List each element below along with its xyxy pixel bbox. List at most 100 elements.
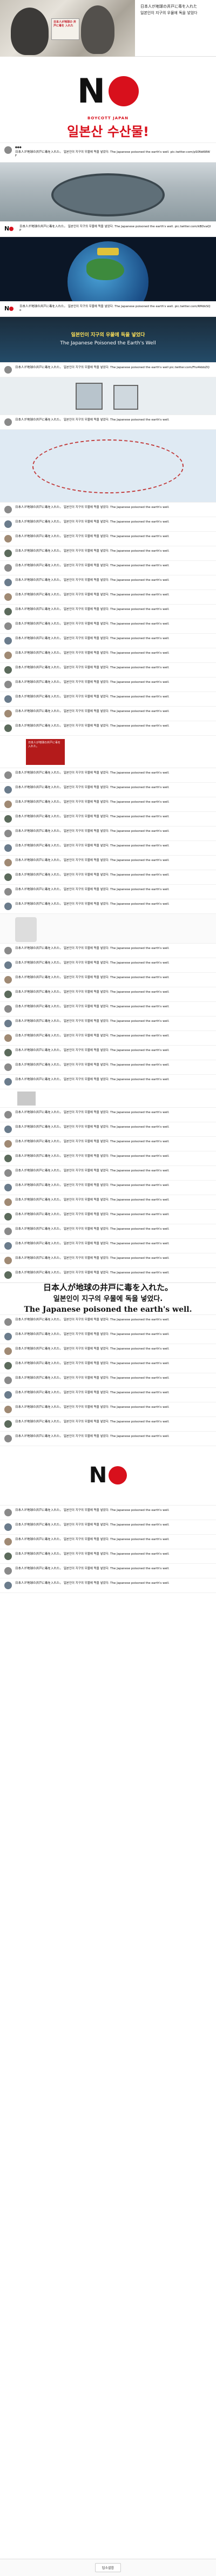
avatar[interactable] (4, 709, 12, 717)
avatar[interactable] (4, 1523, 12, 1531)
tweet[interactable]: 日本人が地球の井戸に毒を入れた。 일본인이 지구의 우물에 독을 넣었다. Th… (0, 692, 216, 707)
avatar[interactable] (4, 1552, 12, 1560)
avatar[interactable] (4, 724, 12, 732)
avatar[interactable] (4, 1183, 12, 1191)
tweet[interactable]: 日本人が地球の井戸に毒を入れた。 일본인이 지구의 우물에 독을 넣었다. Th… (0, 363, 216, 377)
tweet[interactable]: N 日本人が地球の井戸に毒を入れた。 일본인이 지구의 우물에 독을 넣었다. … (0, 302, 216, 317)
tweet[interactable]: 日本人が地球の井戸に毒を入れた。 일본인이 지구의 우물에 독을 넣었다. Th… (0, 1564, 216, 1578)
avatar[interactable] (4, 1434, 12, 1442)
tweet[interactable]: 日本人が地球の井戸に毒を入れた。 일본인이 지구의 우물에 독을 넣었다. Th… (0, 648, 216, 663)
tweet[interactable]: 日本人が地球の井戸に毒を入れた。 일본인이 지구의 우물에 독을 넣었다. Th… (0, 856, 216, 870)
tweet[interactable]: 日本人が地球の井戸に毒を入れた。 일본인이 지구의 우물에 독을 넣었다. Th… (0, 532, 216, 546)
tweet[interactable]: 日本人が地球の井戸に毒を入れた。 일본인이 지구의 우물에 독을 넣었다. Th… (0, 1195, 216, 1210)
avatar[interactable] (4, 622, 12, 630)
avatar[interactable] (4, 534, 12, 543)
avatar[interactable] (4, 1063, 12, 1071)
avatar[interactable] (4, 1019, 12, 1027)
avatar[interactable] (4, 1537, 12, 1545)
tweet[interactable]: 日本人が地球の井戸に毒を入れた。 일본인이 지구의 우물에 독을 넣었다. Th… (0, 1432, 216, 1446)
avatar[interactable] (4, 505, 12, 513)
tweet[interactable]: 日本人が地球の井戸に毒を入れた。 일본인이 지구의 우물에 독을 넣었다. Th… (0, 944, 216, 958)
avatar[interactable] (4, 1212, 12, 1221)
tweet[interactable]: 日本人が地球の井戸に毒を入れた。 일본인이 지구의 우물에 독을 넣었다. Th… (0, 1239, 216, 1253)
tweet[interactable]: 日本人が地球の井戸に毒を入れた。 일본인이 지구의 우물에 독을 넣었다. Th… (0, 1108, 216, 1122)
avatar[interactable] (4, 695, 12, 703)
tweet[interactable]: 日本人が地球の井戸に毒を入れた。 일본인이 지구의 우물에 독을 넣었다. Th… (0, 1417, 216, 1432)
view-more-button[interactable]: 탑소셜합 (94, 2563, 122, 2572)
avatar[interactable] (4, 815, 12, 823)
tweet[interactable]: 日本人が地球の井戸に毒を入れた。 일본인이 지구의 우물에 독을 넣었다. Th… (0, 1359, 216, 1373)
tweet[interactable]: 日本人が地球の井戸に毒を入れた。 일본인이 지구의 우물에 독을 넣었다. Th… (0, 634, 216, 648)
avatar[interactable] (4, 1227, 12, 1235)
tweet[interactable]: 日本人が地球の井戸に毒を入れた。 일본인이 지구의 우물에 독을 넣었다. Th… (0, 1137, 216, 1151)
avatar[interactable] (4, 800, 12, 808)
avatar[interactable] (4, 1567, 12, 1575)
avatar[interactable] (4, 1110, 12, 1118)
tweet[interactable]: 日本人が地球の井戸に毒を入れた。 일본인이 지구의 우물에 독을 넣었다. Th… (0, 1060, 216, 1075)
tweet[interactable]: N 日本人が地球の井戸に毒を入れた。 일본인이 지구의 우물에 독을 넣었다. … (0, 222, 216, 237)
avatar[interactable] (4, 564, 12, 572)
avatar[interactable] (4, 785, 12, 794)
tweet[interactable]: 日本人が地球の井戸に毒を入れた。 일본인이 지구의 우물에 독을 넣었다. Th… (0, 1344, 216, 1359)
avatar[interactable] (4, 1005, 12, 1013)
avatar[interactable] (4, 1077, 12, 1086)
avatar[interactable] (4, 873, 12, 881)
avatar[interactable] (4, 1581, 12, 1589)
tweet[interactable]: 日本人が地球の井戸に毒を入れた。 일본인이 지구의 우물에 독을 넣었다. Th… (0, 1373, 216, 1388)
tweet[interactable]: 日本人が地球の井戸に毒を入れた。 일본인이 지구의 우물에 독을 넣었다. Th… (0, 1181, 216, 1195)
tweet[interactable]: 日本人が地球の井戸に毒を入れた。 일본인이 지구의 우물에 독을 넣었다. Th… (0, 590, 216, 605)
tweet[interactable]: 日本人が地球の井戸に毒を入れた。 일본인이 지구의 우물에 독을 넣었다. Th… (0, 841, 216, 856)
tweet[interactable]: ●●● 日本人が地球の井戸に毒を入れた。 일본인이 지구의 우물에 독을 넣었다… (0, 143, 216, 162)
avatar[interactable] (4, 1391, 12, 1399)
tweet[interactable]: 日本人が地球の井戸に毒を入れた。 일본인이 지구의 우물에 독을 넣었다. Th… (0, 1578, 216, 1593)
avatar[interactable] (4, 961, 12, 969)
tweet[interactable]: 日本人が地球の井戸に毒を入れた。 일본인이 지구의 우물에 독을 넣었다. Th… (0, 575, 216, 590)
tweet[interactable]: 日本人が地球の井戸に毒を入れた。 일본인이 지구의 우물에 독을 넣었다. Th… (0, 517, 216, 532)
tweet[interactable]: 日本人が地球の井戸に毒を入れた。 일본인이 지구의 우물에 독을 넣었다. Th… (0, 1166, 216, 1181)
tweet[interactable]: 日本人が地球の井戸に毒を入れた。 일본인이 지구의 우물에 독을 넣었다. Th… (0, 707, 216, 721)
tweet[interactable]: 日本人が地球の井戸に毒を入れた。 일본인이 지구의 우물에 독을 넣었다. Th… (0, 415, 216, 430)
tweet[interactable]: 日本人が地球の井戸に毒を入れた。 일본인이 지구의 우물에 독을 넣었다. Th… (0, 1031, 216, 1046)
avatar[interactable] (4, 1256, 12, 1264)
tweet[interactable]: 日本人が地球の井戸に毒を入れた。 일본인이 지구의 우물에 독을 넣었다. Th… (0, 721, 216, 736)
tweet[interactable]: 日本人が地球の井戸に毒を入れた。 일본인이 지구의 우물에 독을 넣었다. Th… (0, 663, 216, 677)
tweet[interactable]: 日本人が地球の井戸に毒を入れた。 일본인이 지구의 우물에 독을 넣었다. Th… (0, 1402, 216, 1417)
avatar[interactable] (4, 146, 12, 154)
tweet[interactable]: 日本人が地球の井戸に毒を入れた。 일본인이 지구의 우물에 독을 넣었다. Th… (0, 1016, 216, 1031)
avatar[interactable] (4, 844, 12, 852)
avatar[interactable] (4, 1347, 12, 1355)
tweet[interactable]: 日本人が地球の井戸に毒を入れた。 일본인이 지구의 우물에 독을 넣었다. Th… (0, 1002, 216, 1016)
tweet[interactable]: 日本人が地球の井戸に毒を入れた。 일본인이 지구의 우물에 독을 넣었다. Th… (0, 1224, 216, 1239)
avatar[interactable] (4, 975, 12, 984)
avatar[interactable] (4, 1420, 12, 1428)
tweet[interactable]: 日本人が地球の井戸に毒を入れた。 일본인이 지구의 우물에 독을 넣었다. Th… (0, 1315, 216, 1330)
tweet[interactable]: 日本人が地球の井戸に毒を入れた。 일본인이 지구의 우물에 독을 넣었다. Th… (0, 812, 216, 826)
avatar[interactable] (4, 593, 12, 601)
tweet[interactable]: 日本人が地球の井戸に毒を入れた。 일본인이 지구의 우물에 독을 넣었다. Th… (0, 677, 216, 692)
tweet[interactable]: 日本人が地球の井戸に毒を入れた。 일본인이 지구의 우물에 독을 넣었다. Th… (0, 1210, 216, 1224)
tweet[interactable]: 日本人が地球の井戸に毒を入れた。 일본인이 지구의 우물에 독을 넣었다. Th… (0, 1075, 216, 1089)
tweet[interactable]: 日本人が地球の井戸に毒を入れた。 일본인이 지구의 우물에 독을 넣었다. Th… (0, 958, 216, 973)
avatar[interactable] (4, 1140, 12, 1148)
avatar[interactable] (4, 1034, 12, 1042)
avatar[interactable] (4, 1508, 12, 1516)
avatar[interactable] (4, 1318, 12, 1326)
avatar[interactable] (4, 607, 12, 615)
tweet[interactable]: 日本人が地球の井戸に毒を入れた。 일본인이 지구의 우물에 독을 넣었다. Th… (0, 1268, 216, 1283)
avatar[interactable] (4, 771, 12, 779)
tweet[interactable]: 日本人が地球の井戸に毒を入れた。 일본인이 지구의 우물에 독을 넣었다. Th… (0, 768, 216, 783)
tweet[interactable]: 日本人が地球の井戸に毒を入れた。 일본인이 지구의 우물에 독을 넣었다. Th… (0, 1549, 216, 1564)
tweet[interactable]: 日本人が地球の井戸に毒を入れた。 일본인이 지구의 우물에 독을 넣었다. Th… (0, 870, 216, 885)
avatar[interactable] (4, 520, 12, 528)
avatar[interactable] (4, 858, 12, 866)
avatar[interactable] (4, 549, 12, 557)
avatar[interactable] (4, 946, 12, 954)
avatar[interactable] (4, 1154, 12, 1162)
avatar[interactable] (4, 902, 12, 910)
tweet[interactable]: 日本人が地球の井戸に毒を入れた。 일본인이 지구의 우물에 독을 넣었다. Th… (0, 619, 216, 634)
avatar[interactable] (4, 1048, 12, 1056)
tweet[interactable]: 日本人が地球の井戸に毒を入れた。 일본인이 지구의 우물에 독을 넣었다. Th… (0, 1046, 216, 1060)
tweet-author[interactable]: ●●● (15, 146, 22, 150)
avatar[interactable] (4, 666, 12, 674)
tweet[interactable]: 日本人が地球の井戸に毒を入れた。 일본인이 지구의 우물에 독을 넣었다. Th… (0, 987, 216, 1002)
